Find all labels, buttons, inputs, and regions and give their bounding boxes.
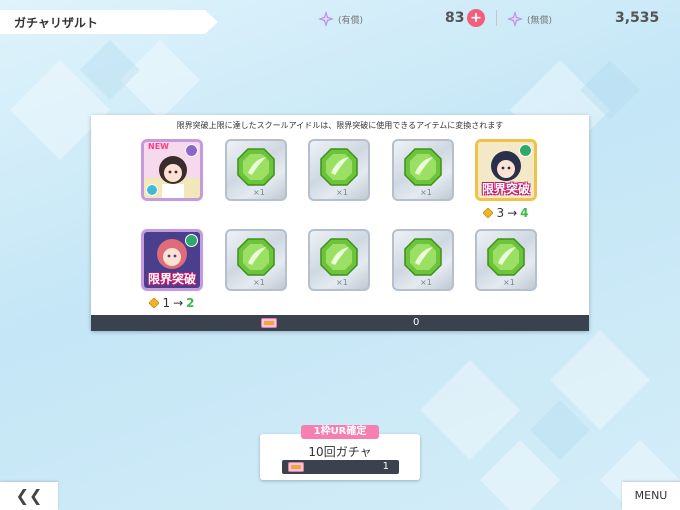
result-slot-4[interactable]: ×1 <box>392 139 454 201</box>
ticket-icon <box>288 462 304 472</box>
arrow-icon: → <box>173 296 184 310</box>
result-slot-10[interactable]: ×1 <box>475 229 537 291</box>
ticket-icon <box>261 318 277 328</box>
new-badge: NEW <box>148 142 169 151</box>
green-crystal-icon <box>320 238 358 276</box>
free-count: 3,535 <box>615 10 660 26</box>
double-chevron-left-icon: ❮❮ <box>15 486 43 505</box>
item-card: ×1 <box>392 229 454 291</box>
ur-guaranteed-banner: 1枠UR確定 <box>301 425 379 439</box>
item-quantity: ×1 <box>336 278 348 287</box>
crown-icon <box>185 144 198 157</box>
green-crystal-icon <box>237 238 275 276</box>
limit-from: 1 <box>162 296 171 310</box>
green-crystal-icon <box>237 148 275 186</box>
limit-break-label: 限界突破 <box>481 182 530 196</box>
item-card: ×1 <box>225 139 287 201</box>
attribute-icon <box>185 234 198 247</box>
idol-card: 限界突破 <box>475 139 537 201</box>
item-card: ×1 <box>225 229 287 291</box>
item-quantity: ×1 <box>253 188 265 197</box>
item-quantity: ×1 <box>503 278 515 287</box>
item-quantity: ×1 <box>420 188 432 197</box>
item-quantity: ×1 <box>420 278 432 287</box>
paid-label: (有償) <box>338 15 364 26</box>
conversion-note: 限界突破上限に達したスクールアイドルは、限界突破に使用できるアイテムに変換されま… <box>176 121 504 130</box>
idol-card: NEW <box>141 139 203 201</box>
purchase-plus-button[interactable]: + <box>467 9 485 27</box>
result-slot-2[interactable]: ×1 <box>225 139 287 201</box>
paid-count: 83 <box>445 10 465 26</box>
item-card: ×1 <box>475 229 537 291</box>
green-crystal-icon <box>404 148 442 186</box>
gacha-cost-value: 1 <box>382 461 389 472</box>
result-slot-9[interactable]: ×1 <box>392 229 454 291</box>
star-gem-icon <box>507 11 523 27</box>
green-crystal-icon <box>404 238 442 276</box>
back-button[interactable]: ❮❮ <box>0 482 58 510</box>
star-gem-icon <box>318 11 334 27</box>
arrow-icon: → <box>507 206 518 220</box>
screen-title-tab: ガチャリザルト <box>0 10 218 34</box>
top-bar: ガチャリザルト (有償) 83 + (無償) 3,535 <box>0 0 680 40</box>
menu-label: MENU <box>634 489 668 502</box>
gacha-button-label: 10回ガチャ <box>308 445 372 459</box>
item-quantity: ×1 <box>336 188 348 197</box>
ticket-footer: 0 <box>91 315 589 331</box>
limit-to: 2 <box>186 296 195 310</box>
result-slot-7[interactable]: ×1 <box>225 229 287 291</box>
type-icon <box>146 184 158 196</box>
result-slot-6[interactable]: 限界突破 <box>141 229 203 291</box>
limit-break-change: 3 → 4 <box>475 206 537 220</box>
limit-from: 3 <box>496 206 505 220</box>
free-label: (無償) <box>527 15 553 26</box>
item-card: ×1 <box>308 139 370 201</box>
ticket-count: 0 <box>413 317 420 328</box>
diamond-gem-icon <box>149 298 160 308</box>
gacha-10-button[interactable]: 1枠UR確定 10回ガチャ 1 <box>260 425 420 480</box>
result-slot-8[interactable]: ×1 <box>308 229 370 291</box>
plus-icon: + <box>470 10 482 26</box>
idol-card: 限界突破 <box>141 229 203 291</box>
attribute-icon <box>519 144 532 157</box>
screen-title: ガチャリザルト <box>14 16 98 30</box>
gacha-cost-bar: 1 <box>282 460 399 474</box>
diamond-gem-icon <box>483 208 494 218</box>
result-slot-1[interactable]: NEW <box>141 139 203 201</box>
gacha-result-panel: 限界突破上限に達したスクールアイドルは、限界突破に使用できるアイテムに変換されま… <box>91 115 589 331</box>
limit-break-label: 限界突破 <box>147 272 196 286</box>
item-card: ×1 <box>392 139 454 201</box>
result-slot-5[interactable]: 限界突破 <box>475 139 537 201</box>
paid-currency: (有償) <box>318 8 363 30</box>
limit-break-change: 1 → 2 <box>141 296 203 310</box>
currency-divider <box>496 10 497 26</box>
item-quantity: ×1 <box>253 278 265 287</box>
item-card: ×1 <box>308 229 370 291</box>
free-currency: (無償) <box>507 8 552 30</box>
menu-button[interactable]: MENU <box>622 482 680 510</box>
green-crystal-icon <box>487 238 525 276</box>
result-slot-3[interactable]: ×1 <box>308 139 370 201</box>
limit-to: 4 <box>520 206 529 220</box>
green-crystal-icon <box>320 148 358 186</box>
